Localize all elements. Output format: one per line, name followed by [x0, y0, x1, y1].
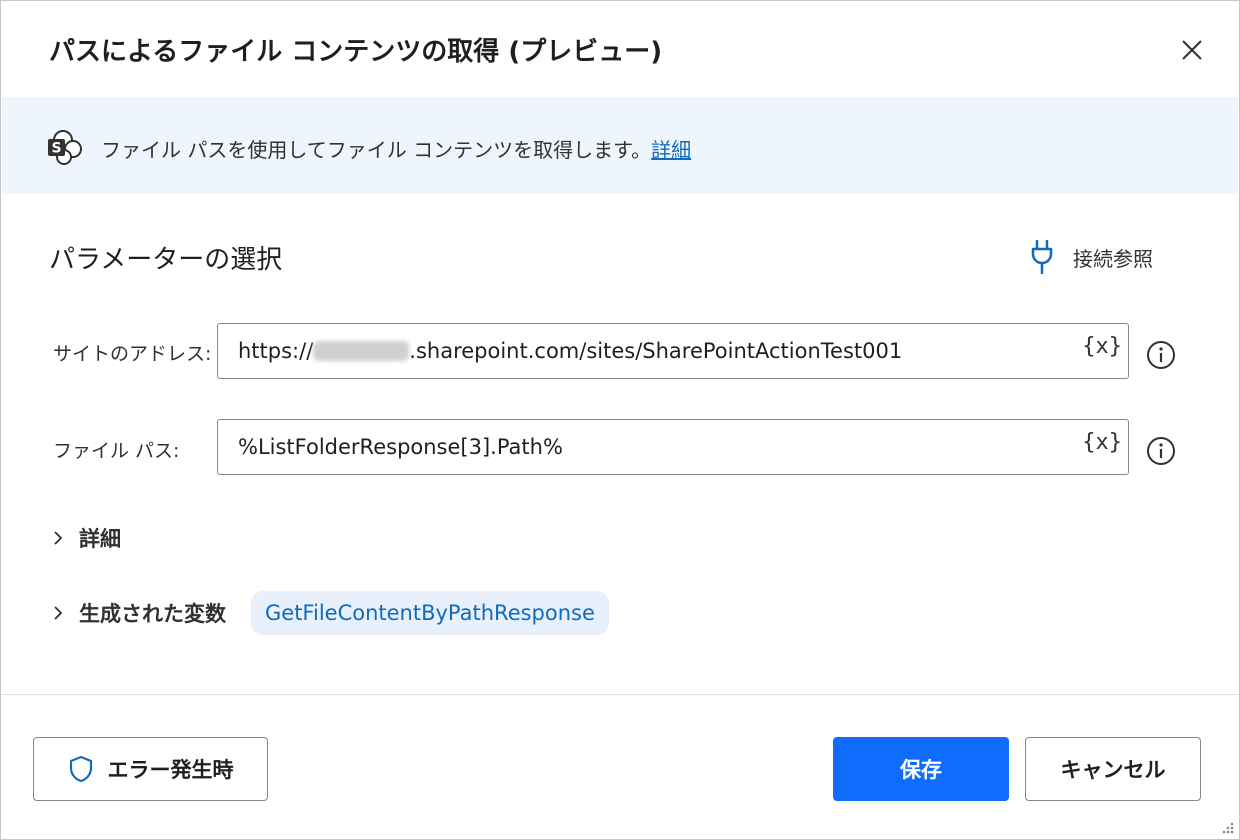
site-address-prefix: https:// [238, 339, 314, 363]
info-icon[interactable] [1146, 436, 1176, 466]
dialog: パスによるファイル コンテンツの取得 (プレビュー) S ファイル パスを使用し… [0, 0, 1240, 840]
title-bar: パスによるファイル コンテンツの取得 (プレビュー) [1, 1, 1239, 97]
cancel-button[interactable]: キャンセル [1025, 737, 1201, 801]
info-icon[interactable] [1146, 340, 1176, 370]
banner-text: ファイル パスを使用してファイル コンテンツを取得します。詳細 [101, 134, 691, 163]
banner-description: ファイル パスを使用してファイル コンテンツを取得します。 [101, 138, 652, 162]
footer-divider [2, 694, 1238, 695]
chevron-right-icon [54, 606, 63, 620]
site-address-input[interactable]: https:// .sharepoint.com/sites/SharePoint… [217, 323, 1129, 379]
file-path-input[interactable]: %ListFolderResponse[3].Path% {x} [217, 419, 1129, 475]
site-address-suffix: .sharepoint.com/sites/SharePointActionTe… [409, 339, 903, 363]
close-button[interactable] [1171, 29, 1213, 71]
sharepoint-icon: S [48, 130, 82, 165]
details-expander[interactable]: 詳細 [51, 521, 121, 555]
dialog-title: パスによるファイル コンテンツの取得 (プレビュー) [49, 37, 663, 67]
shield-icon [68, 755, 94, 783]
connection-reference-button[interactable]: 接続参照 [1031, 237, 1153, 277]
generated-variables-expander[interactable]: 生成された変数 [51, 596, 226, 630]
redacted-tenant [313, 341, 410, 361]
on-error-button[interactable]: エラー発生時 [33, 737, 268, 801]
generated-variable-chip[interactable]: GetFileContentByPathResponse [251, 591, 609, 635]
close-icon [1182, 40, 1202, 60]
svg-text:S: S [51, 141, 61, 157]
plug-icon [1031, 240, 1053, 274]
insert-variable-button[interactable]: {x} [1082, 334, 1122, 368]
site-address-label: サイトのアドレス: [53, 343, 212, 365]
connection-reference-label: 接続参照 [1073, 246, 1153, 271]
generated-variables-label: 生成された変数 [79, 602, 226, 626]
details-link[interactable]: 詳細 [651, 138, 691, 162]
section-title: パラメーターの選択 [49, 245, 283, 275]
details-label: 詳細 [79, 527, 121, 551]
resize-grip-icon[interactable] [1219, 819, 1235, 835]
file-path-label: ファイル パス: [53, 440, 180, 462]
insert-variable-button[interactable]: {x} [1082, 430, 1122, 464]
save-button[interactable]: 保存 [833, 737, 1009, 801]
chevron-right-icon [54, 531, 63, 545]
file-path-value: %ListFolderResponse[3].Path% [238, 435, 563, 459]
on-error-label: エラー発生時 [107, 758, 234, 782]
site-address-value: https:// .sharepoint.com/sites/SharePoint… [238, 339, 902, 363]
